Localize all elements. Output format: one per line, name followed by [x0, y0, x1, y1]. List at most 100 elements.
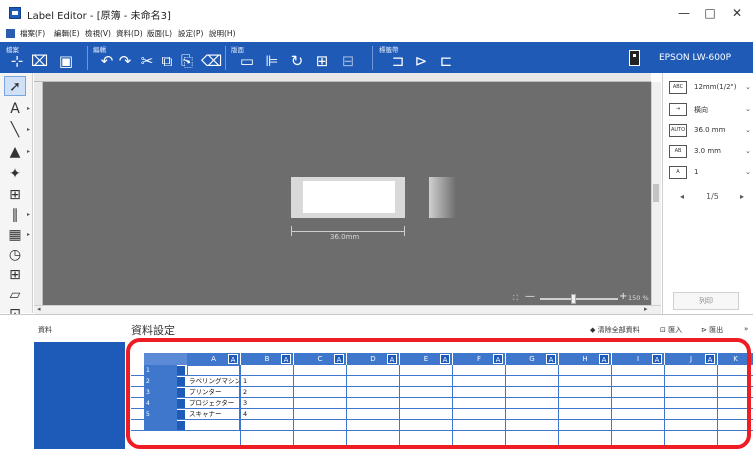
- column-type-badge[interactable]: A: [599, 354, 609, 364]
- table-row[interactable]: 1: [131, 365, 753, 376]
- copies-value[interactable]: 1: [694, 168, 698, 176]
- chevron-down-icon[interactable]: ▸: [27, 106, 31, 112]
- barcode-tool-icon[interactable]: ∥: [4, 205, 26, 225]
- chevron-down-icon[interactable]: ⌄: [745, 126, 751, 134]
- cell-b[interactable]: [241, 365, 293, 376]
- line-tool-icon[interactable]: ╲: [4, 120, 26, 140]
- table-row[interactable]: 5 スキャナー 4: [131, 409, 753, 420]
- page-next-icon[interactable]: ▸: [740, 192, 744, 201]
- row-checkbox[interactable]: [177, 421, 185, 430]
- datetime-tool-icon[interactable]: ◷: [4, 245, 26, 265]
- zoom-fit-icon[interactable]: ⛶: [513, 294, 518, 303]
- align-icon[interactable]: ⊫: [261, 53, 283, 70]
- table-row[interactable]: 3 プリンター 2: [131, 387, 753, 398]
- menu-edit[interactable]: 編輯(E): [54, 28, 80, 39]
- column-type-badge[interactable]: A: [281, 354, 291, 364]
- menu-layout[interactable]: 版面(L): [147, 28, 172, 39]
- menu-data[interactable]: 資料(D): [116, 28, 143, 39]
- margin-value[interactable]: 3.0 mm: [694, 147, 721, 155]
- close-button[interactable]: ✕: [724, 4, 750, 22]
- row-number[interactable]: 3: [144, 387, 177, 398]
- cell-b[interactable]: 1: [241, 376, 293, 387]
- new-file-icon[interactable]: ⊹: [9, 53, 25, 70]
- row-checkbox[interactable]: [177, 410, 185, 419]
- import-button[interactable]: ⊡ 匯入: [660, 325, 682, 335]
- row-number[interactable]: [144, 420, 177, 431]
- chevron-down-icon[interactable]: ⌄: [745, 168, 751, 176]
- vertical-scroll-thumb[interactable]: [653, 184, 659, 202]
- symbol-tool-icon[interactable]: ✦: [4, 164, 26, 184]
- print-button[interactable]: 列印: [673, 292, 739, 310]
- printer-name[interactable]: EPSON LW-600P: [659, 53, 731, 63]
- paste-icon[interactable]: ⎘: [179, 53, 195, 70]
- data-list-sidebar[interactable]: [34, 342, 125, 449]
- row-checkbox[interactable]: [177, 366, 185, 375]
- chevron-down-icon[interactable]: ▸: [27, 232, 31, 238]
- table-row[interactable]: 2 ラベリングマシン 1: [131, 376, 753, 387]
- column-type-badge[interactable]: A: [493, 354, 503, 364]
- zoom-in-icon[interactable]: +: [619, 291, 627, 302]
- delete-icon[interactable]: ⌫: [201, 53, 222, 70]
- cell-b[interactable]: 4: [241, 409, 293, 420]
- menu-settings[interactable]: 設定(P): [178, 28, 203, 39]
- column-header-k[interactable]: K: [718, 353, 753, 365]
- chevron-down-icon[interactable]: ▸: [27, 149, 31, 155]
- zoom-out-icon[interactable]: —: [525, 291, 535, 302]
- redo-icon[interactable]: ↷: [117, 53, 133, 70]
- scroll-right-icon[interactable]: ▸: [644, 305, 648, 313]
- cell-a[interactable]: プロジェクター: [187, 398, 240, 409]
- cell-a[interactable]: ラベリングマシン: [187, 376, 240, 387]
- tape-cut-icon[interactable]: ⊐: [388, 53, 408, 70]
- column-type-badge[interactable]: A: [546, 354, 556, 364]
- tape-half-cut-icon[interactable]: ⊏: [436, 53, 456, 70]
- horizontal-scrollbar[interactable]: [34, 305, 661, 314]
- orientation-value[interactable]: 橫向: [694, 105, 708, 115]
- open-file-icon[interactable]: ⌧: [31, 53, 48, 70]
- copy-icon[interactable]: ⧉: [159, 53, 175, 70]
- cell-b[interactable]: 2: [241, 387, 293, 398]
- frame-tool-icon[interactable]: ▱: [4, 285, 26, 305]
- cell-a[interactable]: [187, 420, 240, 431]
- save-icon[interactable]: ▣: [58, 53, 74, 70]
- tape-feed-icon[interactable]: ⊳: [411, 53, 431, 70]
- row-number[interactable]: 1: [144, 365, 177, 376]
- menu-help[interactable]: 說明(H): [209, 28, 236, 39]
- chevron-down-icon[interactable]: ▸: [27, 127, 31, 133]
- zoom-slider-thumb[interactable]: [571, 294, 576, 304]
- row-checkbox[interactable]: [177, 388, 185, 397]
- cell-a[interactable]: [187, 365, 240, 376]
- table-row[interactable]: [131, 420, 753, 431]
- row-number[interactable]: 4: [144, 398, 177, 409]
- rotate-icon[interactable]: ↻: [286, 53, 308, 70]
- frame-icon[interactable]: ▭: [236, 53, 258, 70]
- cell-b[interactable]: [241, 420, 293, 431]
- arrange-icon[interactable]: ⊞: [311, 53, 333, 70]
- column-type-badge[interactable]: A: [440, 354, 450, 364]
- undo-icon[interactable]: ↶: [99, 53, 115, 70]
- chevron-down-icon[interactable]: ⌄: [745, 83, 751, 91]
- tape-width-value[interactable]: 12mm(1/2"): [694, 83, 737, 91]
- length-value[interactable]: 36.0 mm: [694, 126, 725, 134]
- column-type-badge[interactable]: A: [705, 354, 715, 364]
- row-number[interactable]: 2: [144, 376, 177, 387]
- image-tool-icon[interactable]: ▲: [4, 142, 26, 162]
- scroll-left-icon[interactable]: ◂: [37, 305, 41, 313]
- zoom-slider-track[interactable]: [540, 298, 618, 300]
- collapse-icon[interactable]: »: [744, 325, 748, 333]
- printer-icon[interactable]: [629, 50, 640, 66]
- column-type-badge[interactable]: A: [334, 354, 344, 364]
- chevron-down-icon[interactable]: ⌄: [745, 147, 751, 155]
- export-button[interactable]: ⊳ 匯出: [701, 325, 723, 335]
- qrcode-tool-icon[interactable]: ▦: [4, 225, 26, 245]
- column-type-badge[interactable]: A: [228, 354, 238, 364]
- menu-view[interactable]: 檢視(V): [85, 28, 111, 39]
- column-type-badge[interactable]: A: [387, 354, 397, 364]
- grid-corner[interactable]: [144, 353, 187, 365]
- page-prev-icon[interactable]: ◂: [680, 192, 684, 201]
- cell-a[interactable]: プリンター: [187, 387, 240, 398]
- select-tool-icon[interactable]: ➚: [4, 76, 26, 96]
- layout-tool-icon[interactable]: ⊞: [4, 185, 26, 205]
- table-row[interactable]: 4 プロジェクター 3: [131, 398, 753, 409]
- column-type-badge[interactable]: A: [652, 354, 662, 364]
- row-checkbox[interactable]: [177, 399, 185, 408]
